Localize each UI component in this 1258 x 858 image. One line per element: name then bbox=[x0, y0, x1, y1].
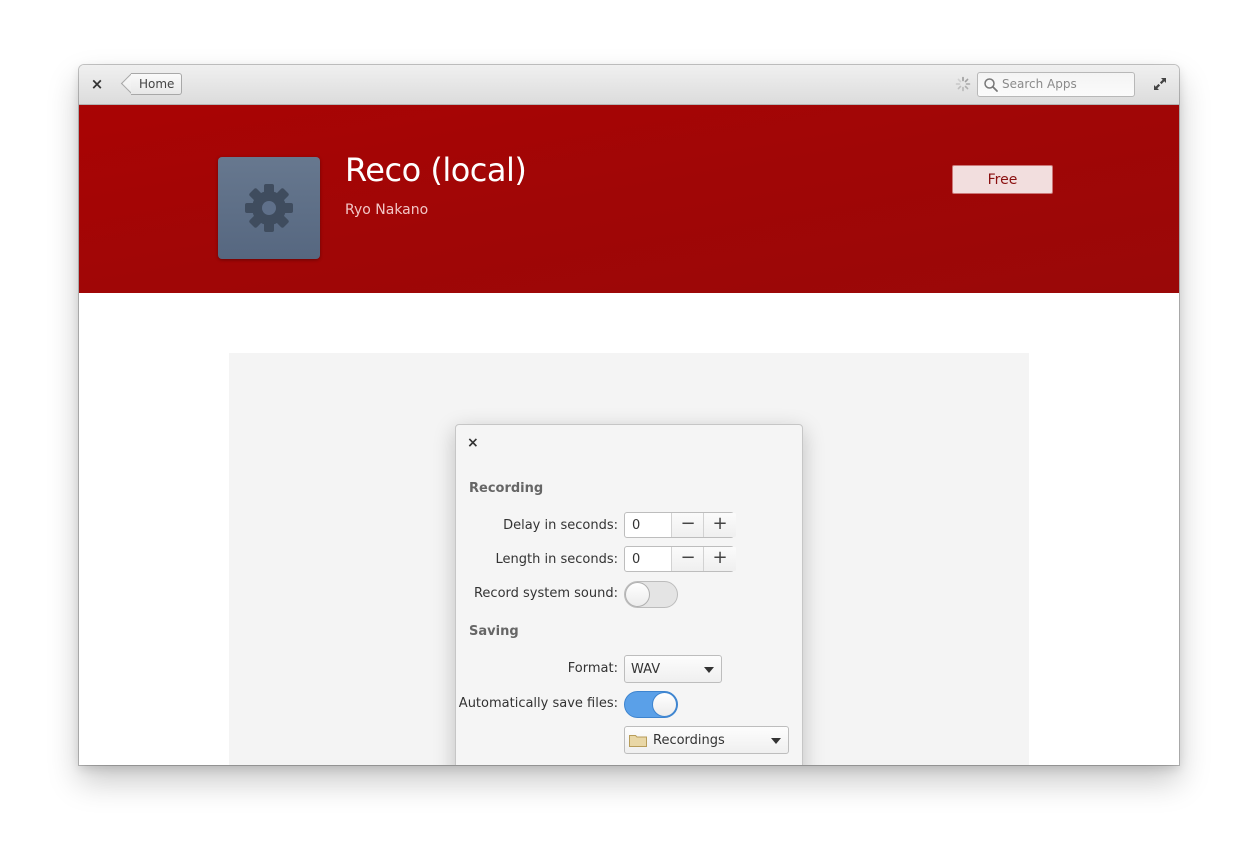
record-system-sound-switch[interactable] bbox=[624, 581, 678, 608]
save-folder-chooser[interactable]: Recordings bbox=[624, 726, 789, 754]
app-icon bbox=[218, 157, 320, 259]
search-field[interactable] bbox=[977, 72, 1135, 97]
format-value: WAV bbox=[631, 662, 661, 677]
app-author: Ryo Nakano bbox=[345, 202, 429, 218]
preferences-dialog: × Recording Delay in seconds: 0 − + Leng… bbox=[455, 424, 803, 765]
length-increment-button[interactable]: + bbox=[703, 547, 736, 571]
app-banner: Reco (local) Ryo Nakano Free bbox=[79, 105, 1179, 293]
autosave-label: Automatically save files: bbox=[458, 696, 618, 711]
chevron-down-icon bbox=[704, 667, 714, 673]
delay-value[interactable]: 0 bbox=[632, 518, 640, 533]
chevron-down-icon bbox=[771, 738, 781, 744]
save-folder-value: Recordings bbox=[653, 733, 725, 748]
length-decrement-button[interactable]: − bbox=[671, 547, 704, 571]
switch-knob bbox=[625, 582, 650, 607]
folder-icon bbox=[629, 735, 647, 747]
delay-increment-button[interactable]: + bbox=[703, 513, 736, 537]
home-back-label: Home bbox=[131, 73, 183, 95]
section-saving: Saving bbox=[469, 624, 519, 639]
delay-spinbutton[interactable]: 0 − + bbox=[624, 512, 736, 538]
close-window-button[interactable]: × bbox=[89, 76, 105, 92]
app-details-content: × Recording Delay in seconds: 0 − + Leng… bbox=[79, 293, 1179, 765]
format-dropdown[interactable]: WAV bbox=[624, 655, 722, 683]
gear-icon bbox=[245, 184, 293, 232]
length-value[interactable]: 0 bbox=[632, 552, 640, 567]
app-title: Reco (local) bbox=[345, 151, 527, 189]
record-system-sound-label: Record system sound: bbox=[473, 586, 618, 601]
switch-knob bbox=[652, 692, 677, 717]
section-recording: Recording bbox=[469, 481, 544, 496]
format-label: Format: bbox=[567, 661, 618, 676]
maximize-icon[interactable] bbox=[1152, 76, 1168, 92]
search-input[interactable] bbox=[1002, 75, 1128, 93]
length-spinbutton[interactable]: 0 − + bbox=[624, 546, 736, 572]
search-icon bbox=[984, 78, 998, 92]
delay-label: Delay in seconds: bbox=[503, 518, 618, 533]
autosave-switch[interactable] bbox=[624, 691, 678, 718]
header-bar: × Home bbox=[79, 65, 1179, 105]
app-window: × Home Search Apps Reco (local) Ryo Naka… bbox=[79, 65, 1179, 765]
app-screenshot: × Recording Delay in seconds: 0 − + Leng… bbox=[229, 353, 1029, 765]
loading-spinner-icon bbox=[955, 76, 971, 92]
length-label: Length in seconds: bbox=[495, 552, 618, 567]
install-free-button[interactable]: Free bbox=[952, 165, 1053, 194]
delay-decrement-button[interactable]: − bbox=[671, 513, 704, 537]
dialog-close-icon[interactable]: × bbox=[467, 435, 479, 451]
